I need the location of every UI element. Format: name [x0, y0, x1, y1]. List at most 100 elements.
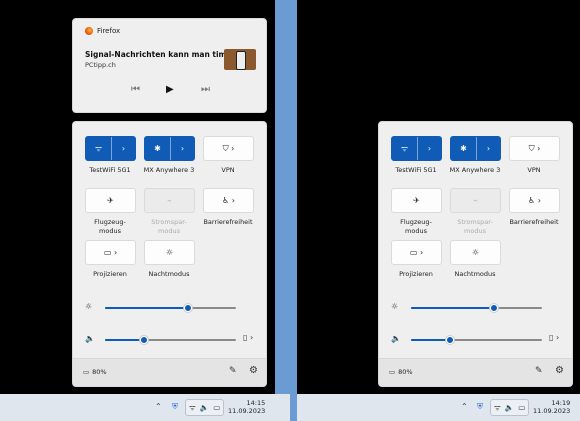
brightness-slider-row: ☼: [391, 302, 566, 314]
volume-icon: 🔈: [199, 403, 210, 412]
volume-slider-row: 🔈 ▯ ›: [391, 333, 566, 346]
media-app-label: Firefox: [97, 27, 121, 35]
tile-wifi[interactable]: ᯤ ›: [391, 136, 442, 161]
tile-airplane[interactable]: ✈: [85, 188, 136, 213]
tile-label-night-light: Nachtmodus: [454, 270, 496, 278]
volume-knob[interactable]: [446, 336, 455, 344]
project-icon: ▭ ›: [103, 248, 118, 257]
next-icon[interactable]: ⏭: [201, 84, 210, 95]
tile-battery-saver: ⌁: [144, 188, 195, 213]
system-tray[interactable]: ᯤ 🔈 ▭: [185, 399, 225, 416]
speaker-icon[interactable]: 🔈: [85, 334, 95, 343]
project-icon: ▭ ›: [409, 248, 424, 257]
brightness-knob[interactable]: [489, 304, 498, 312]
tile-battery-saver: ⌁: [450, 188, 501, 213]
edit-icon[interactable]: ✎: [229, 366, 237, 376]
settings-icon[interactable]: ⚙: [249, 365, 258, 376]
clock-time: 14:19: [551, 399, 571, 407]
media-source: PCtipp.ch: [85, 61, 116, 69]
screenshot-left: Firefox Signal-Nachrichten kann man time…: [0, 0, 290, 421]
bluetooth-icon[interactable]: ✱: [451, 137, 477, 160]
quick-settings-panel: ☼ 🔈 ▯ › ▭ 80% ✎ ⚙ ᯤ › TestWiFi 5G1 ✱ › MX Anyw…: [378, 121, 573, 387]
chevron-up-icon[interactable]: ⌃: [461, 402, 468, 411]
airplane-icon: ✈: [107, 196, 114, 205]
clock-date: 11.09.2023: [533, 407, 571, 415]
brightness-slider-row: ☼: [85, 302, 260, 314]
wifi-icon: ᯤ: [189, 402, 196, 412]
tile-bluetooth[interactable]: ✱ ›: [144, 136, 195, 161]
chevron-right-icon[interactable]: ›: [171, 144, 194, 153]
volume-slider-row: 🔈 ▯ ›: [85, 333, 260, 346]
volume-icon: 🔈: [504, 403, 515, 412]
panel-footer: ▭ 80% ✎ ⚙: [379, 358, 572, 386]
clock-time: 14:15: [246, 399, 266, 407]
tile-project[interactable]: ▭ ›: [391, 240, 442, 265]
media-thumbnail: [224, 49, 256, 70]
brightness-icon: ☼: [85, 302, 93, 311]
tile-vpn[interactable]: ⛉ ›: [203, 136, 254, 161]
volume-slider[interactable]: [411, 336, 542, 344]
night-light-icon: ☼: [165, 248, 174, 257]
previous-icon[interactable]: ⏮: [131, 84, 140, 95]
tile-accessibility[interactable]: ♿ ›: [509, 188, 560, 213]
tile-label-vpn: VPN: [221, 166, 235, 174]
edit-icon[interactable]: ✎: [535, 366, 543, 376]
windows-security-icon[interactable]: ⛨: [172, 402, 178, 412]
clock[interactable]: 14:15 11.09.2023: [228, 399, 265, 415]
wifi-icon[interactable]: ᯤ: [86, 137, 112, 160]
media-flyout: Firefox Signal-Nachrichten kann man time…: [72, 18, 267, 113]
tile-vpn[interactable]: ⛉ ›: [509, 136, 560, 161]
volume-fill: [105, 339, 145, 341]
quick-settings-panel: ☼ 🔈 ▯ › ▭ 80% ✎ ⚙ ᯤ › TestWiFi 5G1 ✱ › MX Anyw…: [72, 121, 267, 387]
tile-label-accessibility: Barrierefreiheit: [203, 218, 253, 226]
taskbar: ⌃ ⛨ ᯤ 🔈 ▭ 14:19 11.09.2023: [297, 394, 580, 421]
clock-date: 11.09.2023: [228, 407, 266, 415]
chevron-up-icon[interactable]: ⌃: [155, 402, 162, 411]
firefox-icon: [85, 27, 93, 35]
brightness-knob[interactable]: [183, 304, 192, 312]
accessibility-icon: ♿ ›: [222, 196, 235, 205]
tile-airplane[interactable]: ✈: [391, 188, 442, 213]
tile-night-light[interactable]: ☼: [450, 240, 501, 265]
play-icon[interactable]: ▶: [166, 84, 174, 95]
media-app: Firefox: [85, 27, 120, 35]
chevron-right-icon[interactable]: ›: [477, 144, 500, 153]
media-title: Signal-Nachrichten kann man timen...: [85, 50, 246, 59]
tile-label-accessibility: Barrierefreiheit: [509, 218, 559, 226]
clock[interactable]: 14:19 11.09.2023: [533, 399, 570, 415]
chevron-right-icon[interactable]: ›: [418, 144, 441, 153]
battery-saver-icon: ⌁: [167, 196, 172, 205]
brightness-fill: [105, 307, 188, 309]
volume-slider[interactable]: [105, 336, 236, 344]
audio-device-icon[interactable]: ▯ ›: [243, 333, 253, 342]
bluetooth-icon[interactable]: ✱: [145, 137, 171, 160]
volume-fill: [411, 339, 451, 341]
chevron-right-icon[interactable]: ›: [112, 144, 135, 153]
tile-wifi[interactable]: ᯤ ›: [85, 136, 136, 161]
speaker-icon[interactable]: 🔈: [391, 334, 401, 343]
windows-security-icon[interactable]: ⛨: [477, 402, 483, 412]
battery-icon: ▭: [518, 403, 526, 412]
battery-status: ▭ 80%: [83, 368, 107, 376]
settings-icon[interactable]: ⚙: [555, 365, 564, 376]
screenshot-right: ☼ 🔈 ▯ › ▭ 80% ✎ ⚙ ᯤ › TestWiFi 5G1 ✱ › MX Anyw…: [297, 0, 580, 421]
audio-device-icon[interactable]: ▯ ›: [549, 333, 559, 342]
tile-label-vpn: VPN: [527, 166, 541, 174]
panel-footer: ▭ 80% ✎ ⚙: [73, 358, 266, 386]
tile-night-light[interactable]: ☼: [144, 240, 195, 265]
battery-icon: ▭: [83, 368, 90, 376]
airplane-icon: ✈: [413, 196, 420, 205]
tile-accessibility[interactable]: ♿ ›: [203, 188, 254, 213]
volume-knob[interactable]: [140, 336, 149, 344]
battery-icon: ▭: [389, 368, 396, 376]
tile-project[interactable]: ▭ ›: [85, 240, 136, 265]
battery-percent: 80%: [92, 368, 107, 376]
wifi-icon[interactable]: ᯤ: [392, 137, 418, 160]
wifi-icon: ᯤ: [494, 402, 501, 412]
system-tray[interactable]: ᯤ 🔈 ▭: [490, 399, 530, 416]
brightness-slider[interactable]: [411, 304, 542, 312]
brightness-slider[interactable]: [105, 304, 236, 312]
accessibility-icon: ♿ ›: [528, 196, 541, 205]
tile-bluetooth[interactable]: ✱ ›: [450, 136, 501, 161]
vpn-icon: ⛉ ›: [222, 143, 235, 153]
